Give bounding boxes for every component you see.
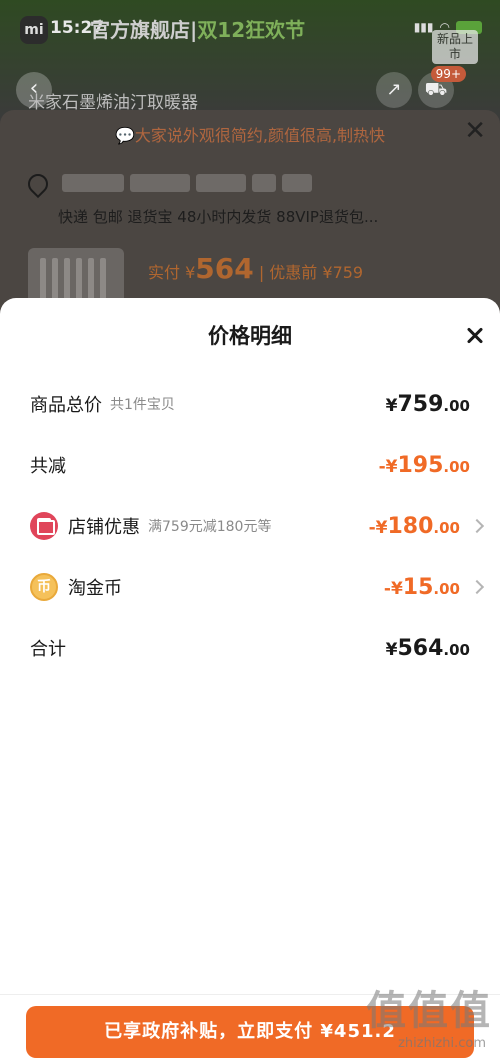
close-icon[interactable] <box>462 322 490 350</box>
row-grand-total: 合计 ¥564.00 <box>30 628 470 668</box>
sheet-title: 价格明细 <box>208 324 292 348</box>
amount-currency: ¥ <box>385 639 398 660</box>
amount-dec: .00 <box>433 579 460 598</box>
chat-bubble-icon: 💬 <box>114 126 135 145</box>
price-value: 564 <box>195 252 254 285</box>
address-blurred[interactable] <box>62 174 312 192</box>
row-sub: 满759元减180元等 <box>148 519 272 535</box>
background-product-page: mi 15:27 官方旗舰店|双12狂欢节 ▮▮▮ ◠ 新品上市 ‹ ↗ ⛟ 9… <box>0 0 500 340</box>
row-total-discount: 共减 -¥ 195.00 <box>30 445 470 485</box>
signal-icon: ▮▮▮ <box>413 20 434 34</box>
chevron-right-icon <box>469 518 485 534</box>
purchase-sheet-close-icon[interactable]: ✕ <box>464 118 486 144</box>
share-button[interactable]: ↗ <box>376 72 412 108</box>
amount-int: 564 <box>397 635 444 661</box>
row-amount: ¥564.00 <box>386 636 470 661</box>
amount-int: 759 <box>397 391 444 417</box>
store-banner: 官方旗舰店|双12狂欢节 <box>90 18 306 42</box>
row-amount: ¥759.00 <box>386 392 470 417</box>
price-detail-sheet: 价格明细 商品总价 共1件宝贝 ¥759.00 共减 -¥ 195.00 店铺优惠… <box>0 298 500 1063</box>
row-label: 合计 <box>30 639 66 660</box>
location-pin-icon <box>23 169 53 199</box>
amount-currency: -¥ <box>383 578 403 599</box>
amount-dec: .00 <box>433 518 460 537</box>
chevron-right-icon <box>469 579 485 595</box>
row-sub: 共1件宝贝 <box>110 397 175 413</box>
row-amount: -¥ 195.00 <box>379 453 470 478</box>
price-prefix: 实付 ¥ <box>148 263 196 282</box>
row-label: 共减 <box>30 456 66 477</box>
store-name: 官方旗舰店 <box>90 18 190 42</box>
amount-int: 195 <box>397 452 444 478</box>
row-total-price: 商品总价 共1件宝贝 ¥759.00 <box>30 384 470 424</box>
amount-currency: -¥ <box>368 517 388 538</box>
watermark-logo: 值值值 <box>366 988 492 1034</box>
price-before-discount: | 优惠前 ¥759 <box>258 263 364 282</box>
service-tags: 快递 包邮 退货宝 48小时内发货 88VIP退货包... <box>58 208 379 226</box>
review-hint-text: 大家说外观很简约,颜值很高,制热快 <box>134 126 386 145</box>
event-banner: 双12狂欢节 <box>197 18 306 42</box>
row-label: 淘金币 <box>68 578 122 599</box>
mi-logo: mi <box>20 16 48 44</box>
shop-icon <box>30 512 58 540</box>
watermark-url: zhizhizhi.com <box>398 1036 486 1051</box>
row-amount: -¥ 180.00 <box>369 514 460 539</box>
row-shop-discount[interactable]: 店铺优惠 满759元减180元等 -¥ 180.00 <box>30 506 485 546</box>
cart-icon: ⛟ <box>424 79 448 100</box>
amount-int: 15 <box>402 574 434 600</box>
row-label: 店铺优惠 <box>68 517 140 538</box>
actual-price: 实付 ¥564 | 优惠前 ¥759 <box>148 252 363 285</box>
row-taojinbi[interactable]: 币 淘金币 -¥ 15.00 <box>30 567 485 607</box>
review-hint: 💬大家说外观很简约,颜值很高,制热快 <box>0 122 500 146</box>
status-bar: mi 15:27 官方旗舰店|双12狂欢节 ▮▮▮ ◠ 新品上市 <box>0 0 500 64</box>
cart-count-badge: 99+ <box>430 66 466 82</box>
amount-currency: ¥ <box>385 395 398 416</box>
coin-icon: 币 <box>30 573 58 601</box>
share-icon: ↗ <box>386 79 402 100</box>
amount-dec: .00 <box>443 640 470 659</box>
row-amount: -¥ 15.00 <box>384 575 460 600</box>
amount-currency: -¥ <box>378 456 398 477</box>
amount-int: 180 <box>387 513 434 539</box>
new-product-badge: 新品上市 <box>432 30 478 64</box>
amount-dec: .00 <box>443 396 470 415</box>
row-label: 商品总价 <box>30 395 102 416</box>
amount-dec: .00 <box>443 457 470 476</box>
